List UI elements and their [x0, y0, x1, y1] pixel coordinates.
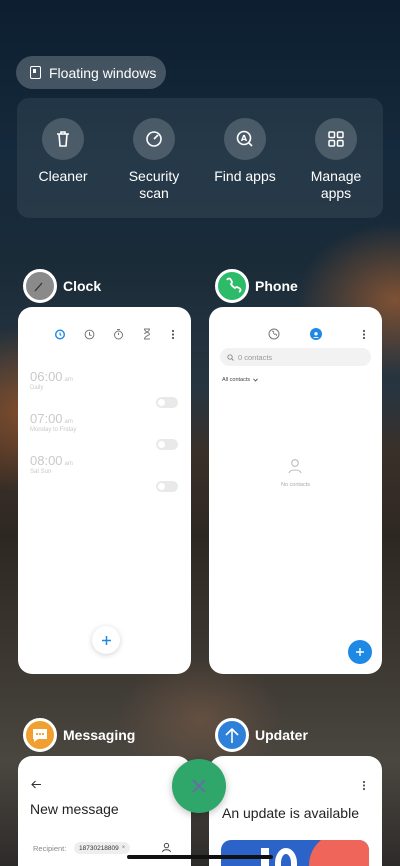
- search-icon: [227, 353, 234, 361]
- remove-recipient-icon[interactable]: ×: [122, 845, 126, 851]
- alarm-repeat: Daily: [30, 385, 44, 391]
- svg-text:A: A: [241, 134, 248, 143]
- quick-actions-panel: Cleaner Security scan A Find apps Manage…: [17, 98, 383, 218]
- manage-apps-button[interactable]: Manage apps: [290, 118, 382, 202]
- floating-window-icon: [30, 66, 41, 79]
- alarm-repeat: Monday to Friday: [30, 427, 77, 433]
- alarm-time: 07:00: [30, 411, 63, 426]
- alarm-ampm: am: [64, 377, 73, 383]
- recipient-value: 18730218809: [79, 844, 119, 852]
- alarm-row[interactable]: 07:00 am Monday to Friday: [30, 411, 180, 450]
- grid-icon: [315, 118, 357, 160]
- alarm-ampm: am: [64, 419, 73, 425]
- manage-apps-label: Manage apps: [310, 168, 362, 201]
- alarm-time: 06:00: [30, 369, 63, 384]
- security-scan-label: Security scan: [128, 168, 180, 201]
- phone-app-icon: [215, 269, 249, 303]
- alarm-row[interactable]: 08:00 am Sat Sun: [30, 453, 180, 492]
- floating-windows-label: Floating windows: [49, 64, 157, 81]
- world-clock-icon[interactable]: [84, 329, 95, 340]
- updater-app-header[interactable]: Updater: [215, 718, 308, 752]
- alarm-toggle[interactable]: [156, 439, 178, 450]
- new-message-title: New message: [30, 801, 119, 817]
- clock-app-icon: [23, 269, 57, 303]
- stopwatch-icon[interactable]: [113, 328, 124, 340]
- messaging-app-header[interactable]: Messaging: [23, 718, 135, 752]
- alarm-toggle[interactable]: [156, 397, 178, 408]
- updater-app-icon: [215, 718, 249, 752]
- trash-icon: [42, 118, 84, 160]
- close-icon: [192, 779, 206, 793]
- security-scan-button[interactable]: Security scan: [108, 118, 200, 202]
- contacts-filter[interactable]: All contacts: [222, 377, 258, 383]
- add-contact-button[interactable]: [348, 640, 372, 664]
- alarm-time: 08:00: [30, 453, 63, 468]
- clock-app-card[interactable]: 06:00 am Daily 07:00 am Monday to Friday 0…: [18, 307, 191, 674]
- phone-app-header[interactable]: Phone: [215, 269, 298, 303]
- plus-icon: [356, 648, 364, 656]
- phone-app-name: Phone: [255, 278, 298, 294]
- chevron-down-icon: [253, 378, 258, 382]
- find-apps-icon: A: [224, 118, 266, 160]
- search-placeholder: 0 contacts: [238, 352, 273, 362]
- home-gesture-bar[interactable]: [127, 855, 273, 859]
- updater-app-name: Updater: [255, 727, 308, 743]
- contact-picker-icon[interactable]: [161, 842, 172, 853]
- more-options-icon[interactable]: [362, 329, 366, 340]
- alarm-row[interactable]: 06:00 am Daily: [30, 369, 180, 408]
- updater-app-card[interactable]: An update is available: [209, 756, 382, 866]
- clock-app-name: Clock: [63, 278, 102, 294]
- messaging-app-card[interactable]: New message Recipient: 18730218809 ×: [18, 756, 191, 866]
- plus-icon: [101, 635, 111, 645]
- filter-label: All contacts: [222, 377, 251, 383]
- alarm-ampm: am: [64, 461, 73, 467]
- messaging-app-icon: [23, 718, 57, 752]
- empty-contacts-text: No contacts: [280, 482, 311, 488]
- more-options-icon[interactable]: [171, 329, 175, 340]
- contacts-search-input[interactable]: 0 contacts: [220, 348, 371, 366]
- cleaner-label: Cleaner: [38, 168, 88, 184]
- contacts-tab-icon[interactable]: [310, 328, 322, 340]
- security-scan-icon: [133, 118, 175, 160]
- clock-tabs: [54, 328, 184, 342]
- call-log-icon[interactable]: [268, 328, 280, 340]
- empty-contacts-icon: [288, 459, 302, 474]
- cleaner-button[interactable]: Cleaner: [17, 118, 109, 185]
- update-banner-image: [221, 840, 369, 866]
- alarm-toggle[interactable]: [156, 481, 178, 492]
- add-alarm-button[interactable]: [92, 626, 120, 654]
- floating-windows-button[interactable]: Floating windows: [16, 56, 166, 89]
- find-apps-label: Find apps: [214, 168, 276, 184]
- alarm-icon[interactable]: [54, 328, 66, 340]
- messaging-app-name: Messaging: [63, 727, 136, 743]
- timer-icon[interactable]: [142, 328, 152, 340]
- back-arrow-icon[interactable]: [31, 780, 42, 789]
- update-available-title: An update is available: [222, 805, 359, 821]
- alarm-repeat: Sat Sun: [30, 469, 52, 475]
- find-apps-button[interactable]: A Find apps: [199, 118, 291, 185]
- clear-all-button[interactable]: [172, 759, 226, 813]
- recipient-chip[interactable]: 18730218809 ×: [74, 842, 131, 854]
- more-options-icon[interactable]: [362, 780, 366, 791]
- clock-app-header[interactable]: Clock: [23, 269, 101, 303]
- recipient-label: Recipient:: [33, 844, 67, 853]
- phone-app-card[interactable]: 0 contacts All contacts No contacts: [209, 307, 382, 674]
